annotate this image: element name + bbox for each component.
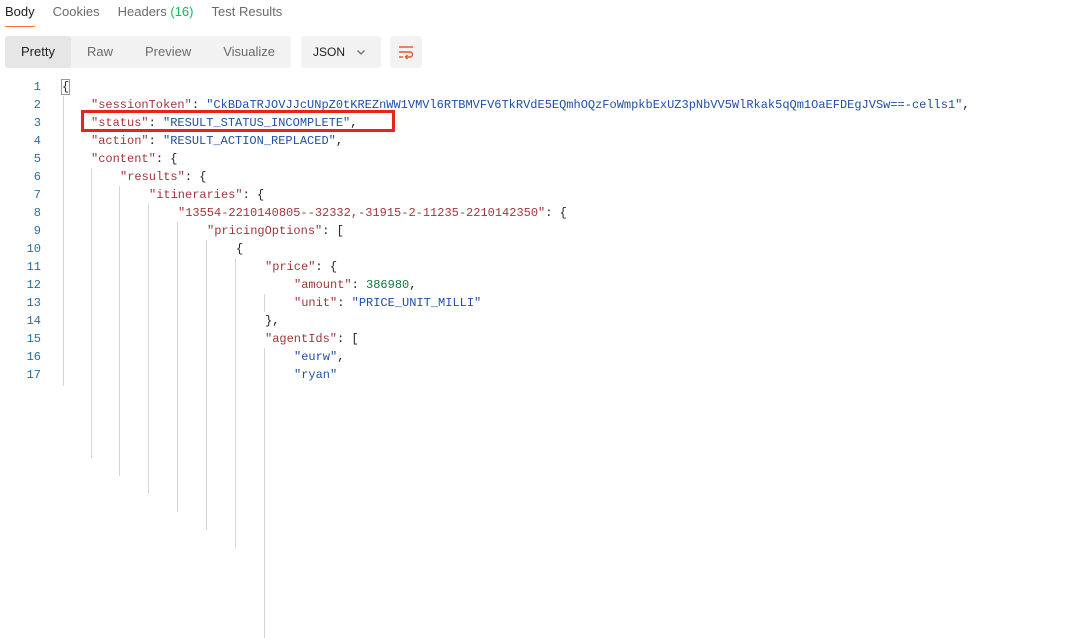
wrap-lines-icon (399, 46, 414, 60)
code-line: 7 "itineraries": { (0, 186, 1083, 204)
json-key: "price" (265, 260, 316, 274)
json-punctuation: : [ (337, 332, 359, 346)
json-punctuation: : { (155, 152, 178, 166)
code-line: 14}, (0, 312, 1083, 330)
json-punctuation: , (337, 350, 345, 364)
json-key: "itineraries" (149, 188, 243, 202)
json-punctuation: { (236, 242, 244, 256)
line-number: 3 (33, 116, 41, 130)
code-text: "results": { (120, 168, 206, 186)
code-text: }, (265, 312, 279, 330)
code-text: "pricingOptions": [ (207, 222, 344, 240)
json-string: "eurw" (294, 350, 338, 364)
json-string: "RESULT_ACTION_REPLACED" (163, 134, 336, 148)
code-line: 12 "amount": 386980, (0, 276, 1083, 294)
code-text: { (236, 240, 243, 258)
code-line: 5 "content": { (0, 150, 1083, 168)
json-punctuation: , (962, 98, 970, 112)
code-line: 6 "results": { (0, 168, 1083, 186)
status-highlight-box (81, 110, 395, 132)
json-punctuation: , (409, 278, 417, 292)
wrap-lines-button[interactable] (390, 36, 423, 68)
code-text: "eurw", (294, 348, 344, 366)
code-text: "agentIds": [ (265, 330, 359, 348)
json-key: "results" (120, 170, 185, 184)
code-line: 4 "action": "RESULT_ACTION_REPLACED", (0, 132, 1083, 150)
json-key: "13554-2210140805--32332,-31915-2-11235-… (178, 206, 546, 220)
format-dropdown[interactable]: JSON (301, 36, 382, 68)
line-number: 7 (33, 188, 41, 202)
line-number: 11 (26, 260, 41, 274)
tab-body[interactable]: Body (5, 0, 35, 30)
json-key: "amount" (294, 278, 352, 292)
json-punctuation: : { (184, 170, 207, 184)
code-line: 11 "price": { (0, 258, 1083, 276)
json-number: 386980 (366, 278, 410, 292)
json-punctuation: : (351, 278, 367, 292)
code-text: "action": "RESULT_ACTION_REPLACED", (91, 132, 343, 150)
code-text: "amount": 386980, (294, 276, 416, 294)
line-number: 15 (26, 332, 41, 346)
code-line: 13 "unit": "PRICE_UNIT_MILLI" (0, 294, 1083, 312)
code-line: 1{ (0, 78, 1083, 96)
code-text: "13554-2210140805--32332,-31915-2-11235-… (178, 204, 567, 222)
line-number: 14 (26, 314, 41, 328)
json-string: "PRICE_UNIT_MILLI" (351, 296, 482, 310)
line-number: 12 (26, 278, 41, 292)
code-line: 9 "pricingOptions": [ (0, 222, 1083, 240)
view-mode-selector: Pretty Raw Preview Visualize (5, 36, 292, 68)
view-visualize-button[interactable]: Visualize (207, 36, 291, 68)
json-punctuation: : [ (322, 224, 344, 238)
line-number: 1 (33, 80, 41, 94)
line-number: 4 (33, 134, 41, 148)
response-toolbar: Pretty Raw Preview Visualize JSON (5, 36, 423, 68)
line-number: 9 (33, 224, 41, 238)
line-number: 10 (26, 242, 41, 256)
headers-count-badge: (16) (170, 4, 194, 19)
json-punctuation: : { (545, 206, 567, 220)
code-text: { (60, 78, 71, 96)
view-pretty-button[interactable]: Pretty (5, 36, 71, 68)
tab-headers-label: Headers (117, 4, 167, 19)
response-tabs: Body Cookies Headers (16) Test Results (0, 0, 300, 30)
line-number: 8 (33, 206, 41, 220)
json-string: "ryan" (294, 368, 338, 382)
json-punctuation: : (148, 134, 164, 148)
format-dropdown-label: JSON (313, 45, 346, 59)
line-number: 2 (33, 98, 41, 112)
line-number: 13 (26, 296, 41, 310)
code-line: 17 "ryan" (0, 366, 1083, 384)
indent-guide (264, 348, 265, 638)
code-text: "content": { (91, 150, 177, 168)
code-text: "price": { (265, 258, 337, 276)
json-key: "unit" (294, 296, 338, 310)
line-number: 6 (33, 170, 41, 184)
json-punctuation: : { (315, 260, 338, 274)
line-number: 16 (26, 350, 41, 364)
chevron-down-icon (357, 50, 366, 55)
tab-cookies[interactable]: Cookies (53, 0, 100, 30)
json-key: "pricingOptions" (207, 224, 323, 238)
code-text: "unit": "PRICE_UNIT_MILLI" (294, 294, 481, 312)
json-punctuation: : { (242, 188, 265, 202)
json-punctuation: , (335, 134, 344, 148)
json-punctuation: { (60, 79, 71, 95)
line-number: 5 (33, 152, 41, 166)
code-text: "itineraries": { (149, 186, 264, 204)
code-line: 8 "13554-2210140805--32332,-31915-2-11235… (0, 204, 1083, 222)
code-line: 15 "agentIds": [ (0, 330, 1083, 348)
view-raw-button[interactable]: Raw (71, 36, 129, 68)
json-punctuation: : (337, 296, 352, 310)
line-number: 17 (26, 368, 41, 382)
json-key: "content" (91, 152, 156, 166)
json-key: "agentIds" (265, 332, 338, 346)
view-preview-button[interactable]: Preview (129, 36, 207, 68)
tab-headers[interactable]: Headers (16) (118, 0, 194, 30)
code-line: 10 { (0, 240, 1083, 258)
json-key: "action" (91, 134, 149, 148)
tab-test-results[interactable]: Test Results (212, 0, 283, 30)
code-text: "ryan" (294, 366, 337, 384)
json-punctuation: }, (265, 314, 280, 328)
code-line: 16 "eurw", (0, 348, 1083, 366)
